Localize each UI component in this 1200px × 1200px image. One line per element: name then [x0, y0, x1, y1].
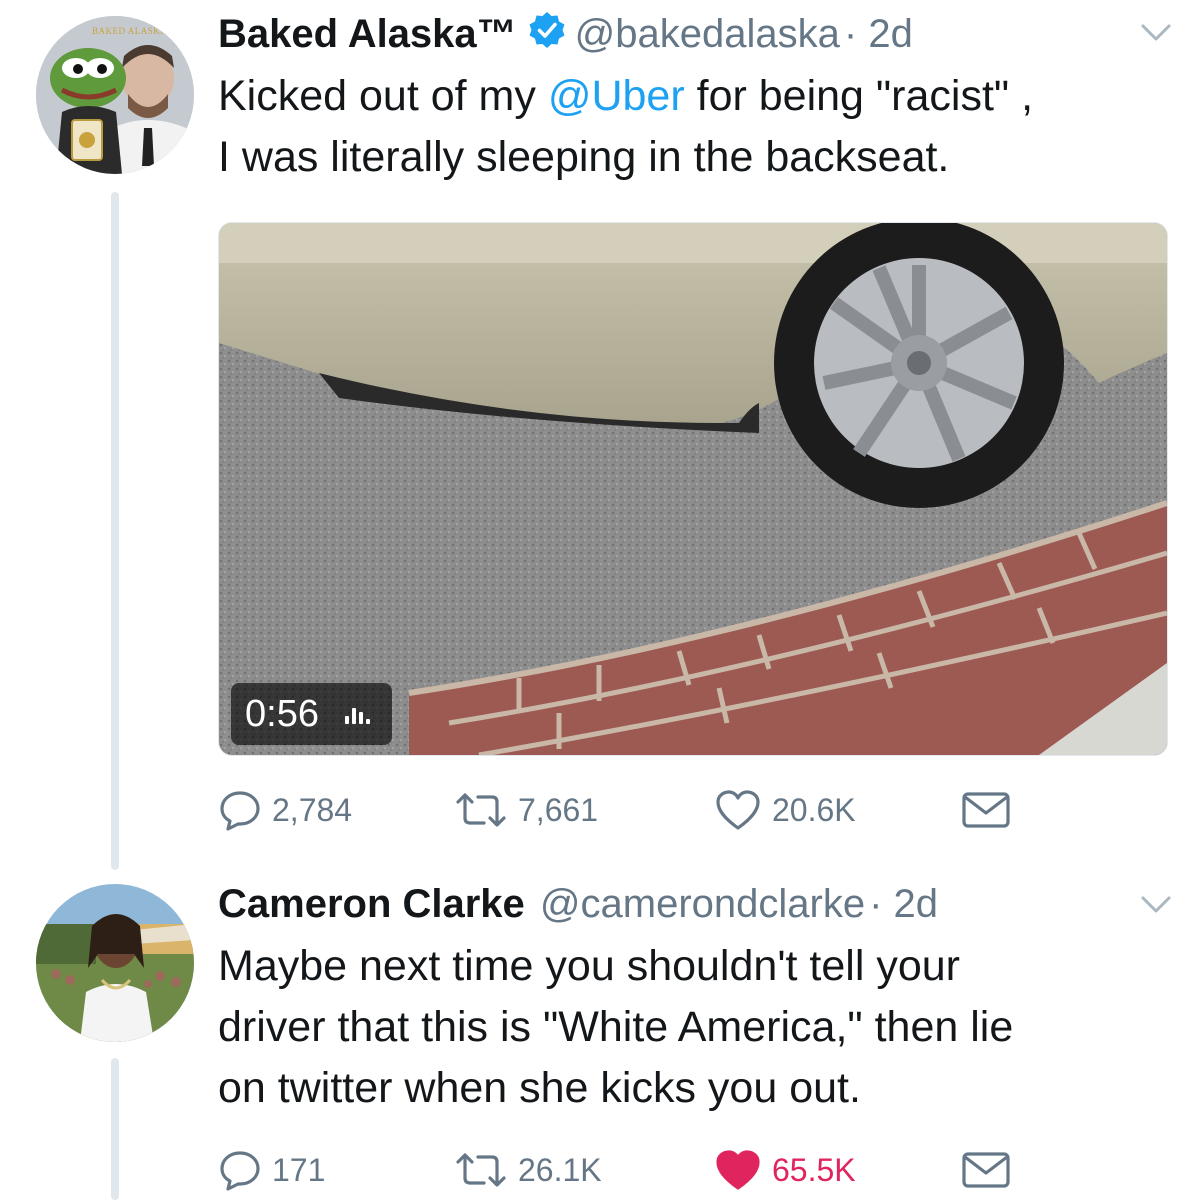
like-count: 20.6K	[772, 791, 856, 828]
tweet-actions: 171 26.1K 65.5K	[218, 1140, 1038, 1200]
display-name[interactable]: Baked Alaska™	[218, 12, 517, 56]
retweet-count: 7,661	[518, 791, 599, 828]
tweet-text-line: driver that this is "White America," the…	[218, 1003, 1014, 1051]
display-name[interactable]: Cameron Clarke	[218, 882, 525, 926]
like-button[interactable]: 20.6K	[714, 780, 856, 840]
reply-button[interactable]: 171	[218, 1140, 325, 1200]
retweet-button[interactable]: 7,661	[454, 780, 598, 840]
reply-count: 171	[272, 1151, 326, 1188]
audio-bars-icon	[344, 704, 370, 724]
verified-badge-icon	[527, 10, 567, 61]
direct-message-button[interactable]	[960, 1140, 1022, 1200]
retweet-icon	[456, 793, 506, 827]
reply-count: 2,784	[272, 791, 353, 828]
heart-icon	[716, 790, 760, 830]
reply-icon	[220, 791, 260, 831]
avatar-image	[36, 16, 194, 174]
reply-button[interactable]: 2,784	[218, 780, 352, 840]
reply-icon	[220, 1151, 260, 1191]
video-duration: 0:56	[245, 692, 319, 735]
user-handle[interactable]: @camerondclarke	[540, 882, 865, 926]
user-handle[interactable]: @bakedalaska	[575, 12, 840, 56]
retweet-button[interactable]: 26.1K	[454, 1140, 602, 1200]
chevron-down-icon[interactable]	[1140, 894, 1172, 921]
timestamp[interactable]: · 2d	[844, 12, 913, 56]
video-thumbnail	[219, 223, 1167, 755]
avatar[interactable]	[36, 884, 194, 1042]
tweet-header: Cameron Clarke @camerondclarke · 2d	[218, 880, 938, 928]
like-button[interactable]: 65.5K	[714, 1140, 856, 1200]
message-icon	[962, 792, 1010, 828]
tweet-text-line: on twitter when she kicks you out.	[218, 1064, 861, 1112]
chevron-down-icon[interactable]	[1140, 22, 1172, 49]
mention-link[interactable]: @Uber	[548, 72, 685, 120]
retweet-icon	[456, 1153, 506, 1187]
tweet-text-line: I was literally sleeping in the backseat…	[218, 133, 950, 181]
avatar-image	[36, 884, 194, 1042]
message-icon	[962, 1152, 1010, 1188]
timestamp[interactable]: · 2d	[869, 882, 938, 926]
tweet-actions: 2,784 7,661 20.6K	[218, 780, 1038, 840]
direct-message-button[interactable]	[960, 780, 1022, 840]
video-duration-badge: 0:56	[231, 683, 392, 745]
heart-icon	[716, 1150, 760, 1190]
avatar[interactable]: BAKED ALASKA	[36, 16, 194, 174]
like-count: 65.5K	[772, 1151, 856, 1188]
video-player[interactable]: 0:56	[218, 222, 1168, 756]
tweet-text-line: Kicked out of my @Uber for being "racist…	[218, 72, 1034, 120]
retweet-count: 26.1K	[518, 1151, 602, 1188]
avatar-label: BAKED ALASKA	[92, 26, 168, 36]
thread-connector	[111, 1058, 119, 1200]
thread-connector	[111, 192, 119, 870]
tweet-header: Baked Alaska™ @bakedalaska · 2d	[218, 10, 913, 61]
tweet-text: Kicked out of my @Uber for being "racist…	[218, 66, 1178, 188]
tweet-text: Maybe next time you shouldn't tell your …	[218, 936, 1178, 1119]
tweet-text-line: Maybe next time you shouldn't tell your	[218, 942, 960, 990]
